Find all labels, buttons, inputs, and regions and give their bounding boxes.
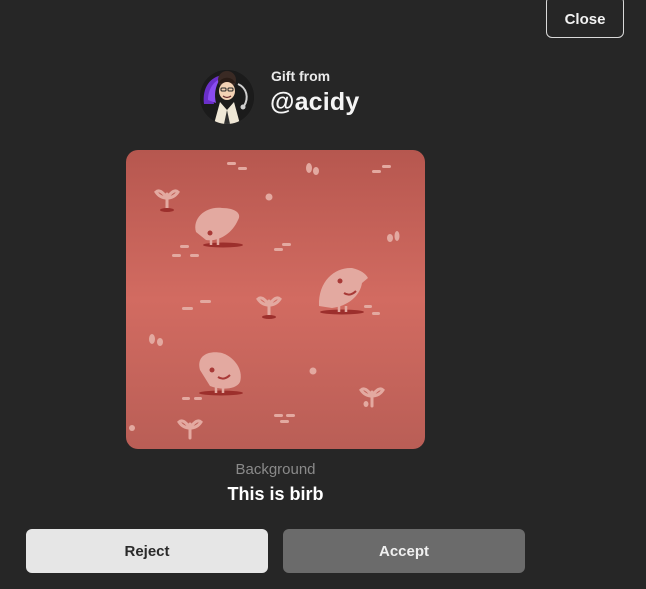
user-avatar-icon xyxy=(200,70,254,124)
item-name: This is birb xyxy=(227,484,324,504)
sender-username: @acidy xyxy=(270,88,360,116)
close-button[interactable]: Close xyxy=(546,0,624,38)
reject-button[interactable]: Reject xyxy=(26,529,268,573)
background-preview xyxy=(126,150,425,449)
gift-from-label: Gift from xyxy=(271,68,331,84)
birb-pattern-background xyxy=(126,150,425,449)
accept-button[interactable]: Accept xyxy=(283,529,525,573)
avatar xyxy=(200,70,254,124)
item-type-label: Background xyxy=(235,461,316,478)
